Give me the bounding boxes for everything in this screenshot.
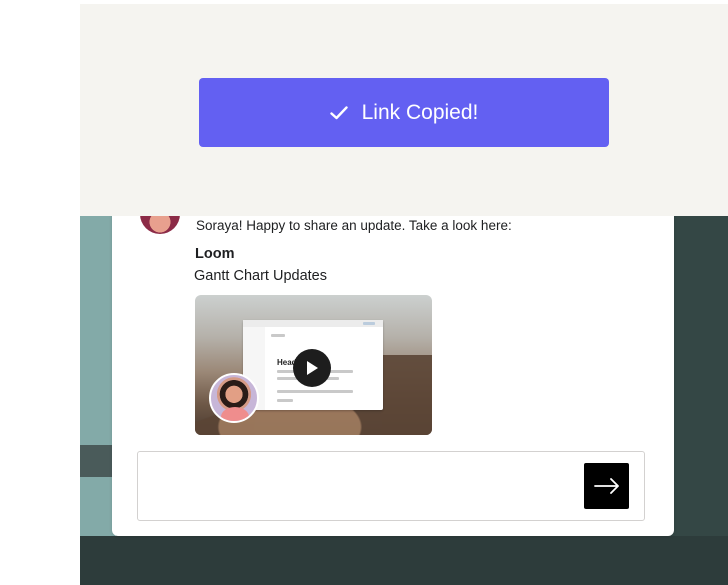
screen-topbar <box>243 320 383 327</box>
presenter-shirt <box>221 407 249 421</box>
link-copied-toast[interactable]: Link Copied! <box>199 78 609 147</box>
toast-label: Link Copied! <box>361 100 479 124</box>
reply-composer <box>137 451 645 521</box>
video-thumbnail[interactable]: Head <box>195 295 432 435</box>
presenter-avatar <box>209 373 259 423</box>
check-icon <box>329 105 348 119</box>
skeleton-line <box>271 334 285 337</box>
app-screen: Soraya! Happy to share an update. Take a… <box>0 0 728 585</box>
play-button[interactable] <box>293 349 331 387</box>
attachment-source: Loom <box>195 246 235 262</box>
skeleton-line <box>277 390 353 393</box>
background-footer <box>80 536 728 585</box>
skeleton-line <box>277 399 293 402</box>
background-strip <box>80 200 116 536</box>
toast-panel: Link Copied! <box>80 4 728 216</box>
message-text: Soraya! Happy to share an update. Take a… <box>196 218 512 233</box>
send-button[interactable] <box>584 463 629 509</box>
arrow-right-icon <box>593 478 619 494</box>
background-strip-accent <box>80 445 116 477</box>
reply-input[interactable] <box>146 460 580 512</box>
play-icon <box>307 361 318 375</box>
attachment-title[interactable]: Gantt Chart Updates <box>194 268 327 284</box>
skeleton-line <box>363 322 375 325</box>
